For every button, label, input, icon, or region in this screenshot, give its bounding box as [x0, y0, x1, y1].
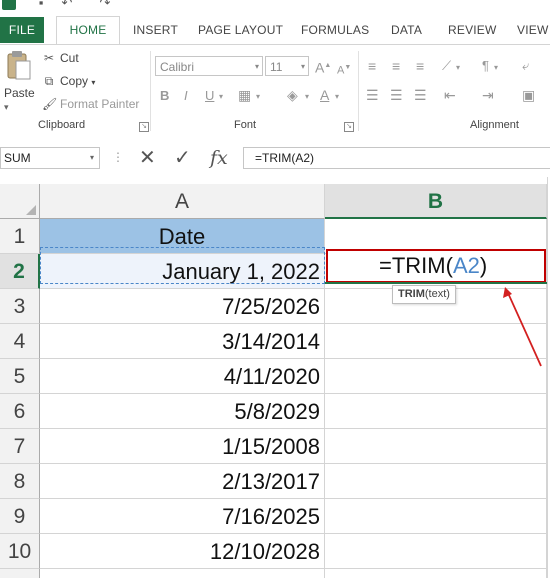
- arrow-line: [507, 292, 542, 367]
- arrow-head-icon: [503, 287, 512, 298]
- annotation-arrow: [503, 287, 542, 367]
- tab-home[interactable]: HOME: [56, 16, 120, 44]
